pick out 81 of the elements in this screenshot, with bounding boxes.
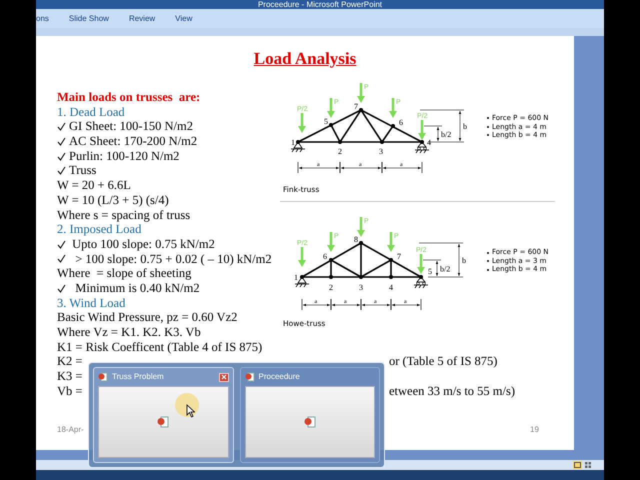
- dimension-line: [360, 298, 392, 311]
- slide-text: W = 20 + 6.6L: [57, 178, 131, 193]
- slide-text: Where Vz = K1. K2. K3. Vb: [57, 325, 201, 340]
- node-label: 3: [359, 283, 363, 292]
- node-label: 1: [294, 273, 298, 282]
- load-arrow: [387, 232, 395, 252]
- slide-text: Where s = spacing of truss: [57, 208, 190, 222]
- section-heading: 1. Dead Load: [57, 104, 125, 120]
- extension-line: [428, 277, 464, 278]
- presentation-file-icon: [244, 372, 254, 382]
- node-label: 7: [397, 252, 401, 262]
- slide-text: Where = slope of sheeting: [57, 266, 192, 281]
- dimension-line: [330, 298, 362, 311]
- dimension-line: [340, 162, 382, 174]
- load-arrow: [298, 247, 306, 268]
- slide-text: or (Table 5 of IS 875): [389, 354, 498, 370]
- taskbar-preview[interactable]: Proceedure: [240, 367, 380, 463]
- dimension-line: [302, 298, 332, 311]
- dimension-label: b/2: [440, 264, 450, 274]
- node-label: 6: [323, 252, 327, 262]
- dimension-line: [390, 298, 422, 311]
- load-arrow: [417, 254, 425, 274]
- slide-text: K2 =: [57, 354, 84, 370]
- slide-number: 19: [530, 424, 539, 436]
- ribbon-tab[interactable]: ons: [36, 12, 49, 24]
- node-label: 4: [427, 138, 431, 147]
- slide-text: W = 10 (L/3 + 5) (s/4): [57, 192, 169, 208]
- preview-title: Proceedure: [258, 371, 301, 383]
- node-label: 2: [338, 147, 342, 156]
- node-label: 3: [379, 147, 383, 156]
- presentation-file-icon: [157, 416, 170, 428]
- load-arrow: [298, 113, 306, 133]
- close-button[interactable]: [218, 372, 228, 382]
- bullet-text: > 100 slope: 0.75 + 0.02 ( – 10) kN/m2: [74, 252, 272, 266]
- node-label: 1: [291, 138, 295, 147]
- load-arrow: [418, 120, 426, 140]
- slide-heading: Main loads on trusses are:: [57, 90, 200, 105]
- load-arrow: [357, 217, 365, 238]
- bullet-text: Purlin: 100-120 N/m2: [69, 148, 180, 164]
- dimension-line: [382, 162, 422, 174]
- node-label: 7: [354, 102, 358, 111]
- section-heading: 3. Wind Load: [57, 296, 126, 310]
- bullet-text: AC Sheet: 170-200 N/m2: [69, 134, 198, 149]
- dimension-label: b: [463, 122, 467, 131]
- slide-text: etween 33 m/s to 55 m/s): [389, 384, 516, 398]
- node-label: 4: [389, 283, 393, 292]
- bullet-text: Truss: [69, 163, 96, 178]
- slide-text: K1 = Risk Coefficent (Table 4 of IS 875): [57, 340, 262, 354]
- check-icon: [57, 284, 66, 293]
- node-label: 6: [399, 118, 403, 127]
- bullet-text: GI Sheet: 100-150 N/m2: [69, 119, 193, 134]
- normal-view-icon[interactable]: [573, 461, 582, 469]
- node-label: 5: [324, 117, 328, 126]
- dimension-line: [298, 162, 340, 174]
- ribbon-tab[interactable]: Review: [128, 12, 156, 24]
- slide-text: K3 =: [57, 369, 82, 384]
- load-arrow: [357, 83, 365, 103]
- load-arrow: [327, 232, 335, 252]
- dimension-label: b/2: [441, 130, 452, 139]
- presentation-file-icon: [304, 416, 316, 428]
- slide-text: Basic Wind Pressure, pz = 0.60 Vz2: [57, 310, 238, 326]
- presentation-file-icon: [98, 372, 108, 382]
- node-label: 5: [428, 267, 432, 276]
- ribbon-tab[interactable]: Slide Show: [68, 12, 109, 24]
- window-title: Proceedure - Microsoft PowerPoint: [258, 0, 382, 9]
- load-arrow: [389, 98, 397, 118]
- mouse-pointer-icon: [186, 404, 195, 418]
- dimension-label: b: [462, 256, 466, 266]
- grid-view-icon[interactable]: [584, 461, 592, 469]
- slide-title: Load Analysis: [254, 48, 356, 70]
- ribbon-tab[interactable]: View: [175, 12, 192, 24]
- slide-text: Vb =: [57, 384, 84, 398]
- preview-title: Truss Problem: [112, 371, 165, 383]
- node-label: 8: [354, 235, 358, 244]
- close-icon: [220, 374, 226, 380]
- bullet-text: Upto 100 slope: 0.75 kN/m2: [71, 236, 215, 252]
- slide-date: 18-Apr-: [57, 424, 84, 436]
- load-arrow: [327, 98, 335, 118]
- bullet-text: Minimum is 0.40 kN/m2: [74, 280, 200, 296]
- node-label: 2: [329, 283, 333, 292]
- section-heading: 2. Imposed Load: [57, 222, 142, 237]
